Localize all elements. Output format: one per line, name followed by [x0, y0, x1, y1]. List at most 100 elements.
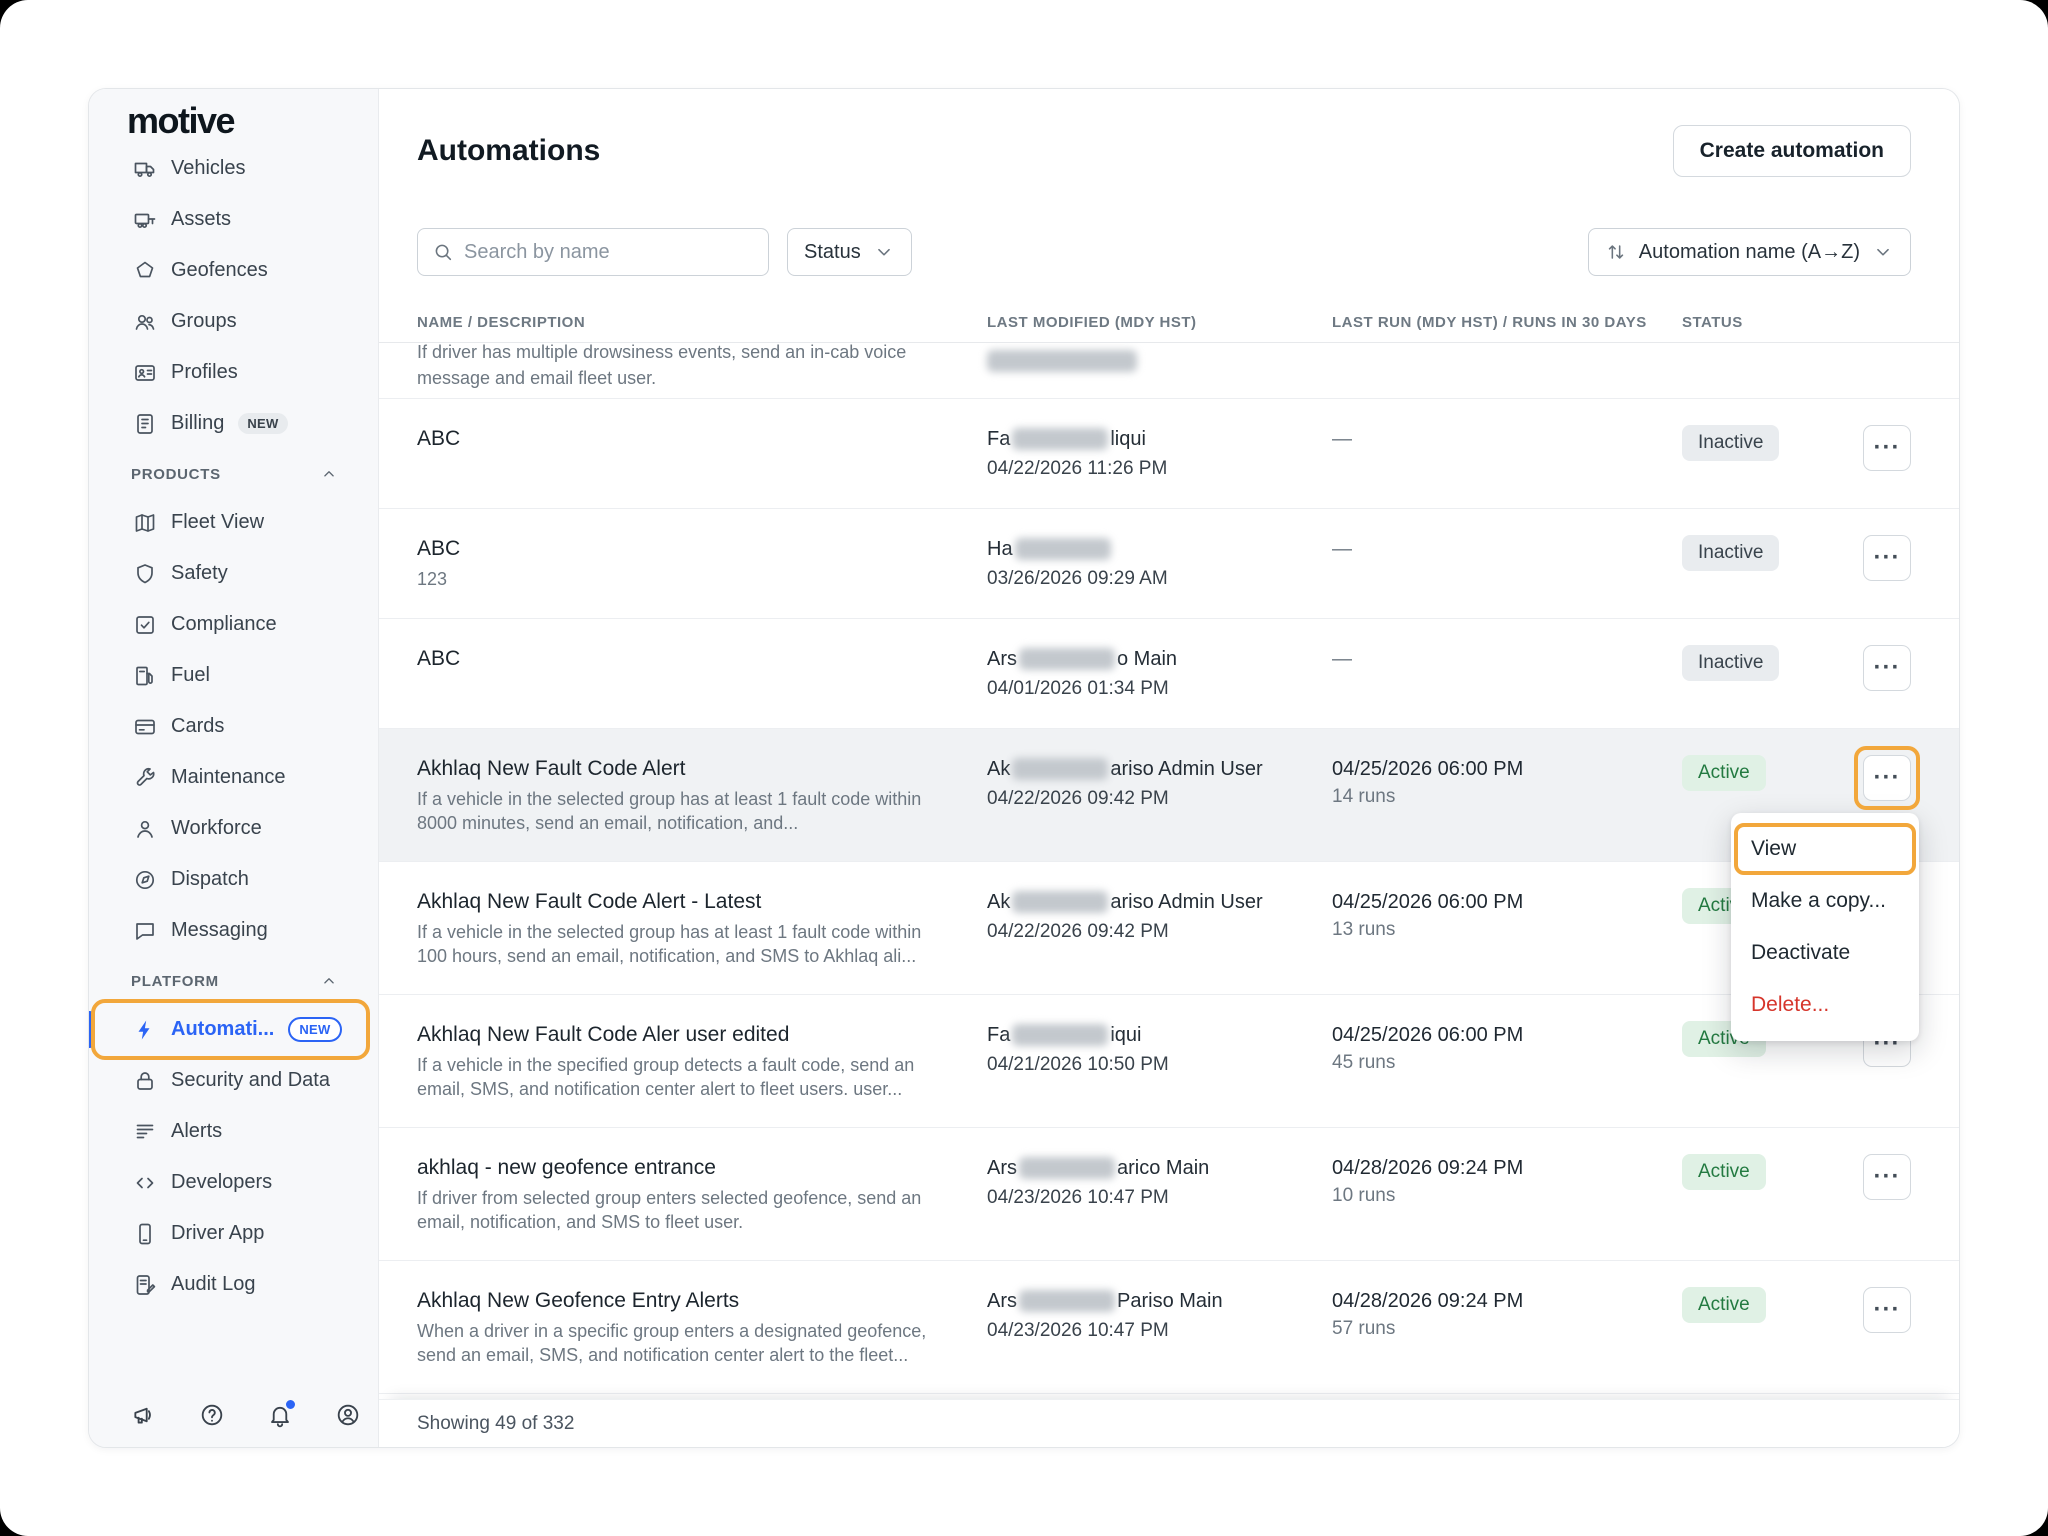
status-badge: Active: [1682, 755, 1766, 791]
redacted-text: [1012, 758, 1108, 780]
shield-icon: [133, 562, 157, 586]
runs-count: 14 runs: [1332, 786, 1682, 808]
row-actions-button[interactable]: ···: [1863, 535, 1911, 581]
last-run-date: 04/28/2026 09:24 PM: [1332, 1287, 1682, 1315]
sidebar-item-maintenance[interactable]: Maintenance: [89, 752, 378, 803]
sidebar: motive Vehicles Assets Geofences Groups …: [89, 89, 379, 1447]
row-context-menu: View Make a copy... Deactivate Delete...: [1731, 813, 1919, 1041]
search-icon: [432, 241, 454, 263]
menu-item-deactivate[interactable]: Deactivate: [1731, 927, 1919, 979]
sidebar-item-groups[interactable]: Groups: [89, 296, 378, 347]
sidebar-item-compliance[interactable]: Compliance: [89, 599, 378, 650]
redacted-text: [1012, 428, 1108, 450]
new-badge: NEW: [238, 413, 287, 434]
sidebar-item-vehicles[interactable]: Vehicles: [89, 153, 378, 194]
last-run-empty: —: [1332, 425, 1682, 453]
chat-icon: [133, 919, 157, 943]
sidebar-item-cards[interactable]: Cards: [89, 701, 378, 752]
table-row[interactable]: Akhlaq New Fault Code Alert - Latest If …: [379, 862, 1959, 995]
table-row[interactable]: ABC 123 Ha 03/26/2026 09:29 AM — Inactiv…: [379, 509, 1959, 619]
chevron-down-icon: [1872, 241, 1894, 263]
table-row[interactable]: Akhlaq New Fault Code Aler user edited I…: [379, 995, 1959, 1128]
status-badge: Active: [1682, 1154, 1766, 1190]
sidebar-section-products[interactable]: PRODUCTS: [89, 451, 378, 497]
table-row[interactable]: ABC Faliqui 04/22/2026 11:26 PM — Inacti…: [379, 399, 1959, 509]
sidebar-item-fuel[interactable]: Fuel: [89, 650, 378, 701]
row-actions-button[interactable]: ···: [1863, 1154, 1911, 1200]
people-icon: [133, 310, 157, 334]
chevron-up-icon: [320, 465, 338, 483]
sidebar-footer: [89, 1383, 378, 1447]
column-status: STATUS: [1682, 314, 1862, 331]
sidebar-item-geofences[interactable]: Geofences: [89, 245, 378, 296]
row-actions-button[interactable]: ···: [1863, 645, 1911, 691]
sidebar-section-platform[interactable]: PLATFORM: [89, 958, 378, 1004]
table-row[interactable]: akhlaq - new geofence entrance If driver…: [379, 1128, 1959, 1261]
sidebar-item-developers[interactable]: Developers: [89, 1157, 378, 1208]
chevron-down-icon: [873, 241, 895, 263]
menu-item-delete[interactable]: Delete...: [1731, 979, 1919, 1031]
modified-date: 04/23/2026 10:47 PM: [987, 1185, 1332, 1211]
runs-count: 13 runs: [1332, 919, 1682, 941]
modified-by: Ha: [987, 535, 1332, 563]
audit-icon: [133, 1273, 157, 1297]
sidebar-item-dispatch[interactable]: Dispatch: [89, 854, 378, 905]
sidebar-item-safety[interactable]: Safety: [89, 548, 378, 599]
redacted-text: [1019, 648, 1115, 670]
fuel-icon: [133, 664, 157, 688]
search-input[interactable]: [464, 241, 754, 264]
row-actions-button[interactable]: ···: [1863, 1287, 1911, 1333]
sidebar-item-alerts[interactable]: Alerts: [89, 1106, 378, 1157]
table-row[interactable]: ABC Arso Main 04/01/2026 01:34 PM — Inac…: [379, 619, 1959, 729]
sidebar-item-security-and-data[interactable]: Security and Data: [89, 1055, 378, 1106]
automation-description: If driver has multiple drowsiness events…: [417, 343, 929, 390]
sidebar-item-driver-app[interactable]: Driver App: [89, 1208, 378, 1259]
menu-item-view[interactable]: View: [1731, 823, 1919, 875]
chevron-up-icon: [320, 972, 338, 990]
geofence-icon: [133, 259, 157, 283]
sidebar-item-audit-log[interactable]: Audit Log: [89, 1259, 378, 1310]
status-badge: Inactive: [1682, 425, 1779, 461]
table-body: If driver has multiple drowsiness events…: [379, 343, 1959, 1447]
notifications-icon[interactable]: [267, 1402, 293, 1428]
modified-date: 04/01/2026 01:34 PM: [987, 676, 1332, 702]
status-filter-dropdown[interactable]: Status: [787, 228, 912, 276]
account-icon[interactable]: [335, 1402, 361, 1428]
row-actions-button[interactable]: ···: [1863, 755, 1911, 801]
section-label: PRODUCTS: [131, 466, 221, 483]
table-header: NAME / DESCRIPTIONLAST MODIFIED (MDY HST…: [379, 303, 1959, 343]
sort-dropdown[interactable]: Automation name (A→Z): [1588, 228, 1911, 276]
runs-count: 10 runs: [1332, 1185, 1682, 1207]
menu-item-make-a-copy[interactable]: Make a copy...: [1731, 875, 1919, 927]
referrals-icon[interactable]: [131, 1402, 157, 1428]
modified-date: 04/23/2026 10:47 PM: [987, 1318, 1332, 1344]
sidebar-item-automati[interactable]: Automati... NEW: [89, 1004, 378, 1055]
sidebar-item-assets[interactable]: Assets: [89, 194, 378, 245]
main-content: Automations Create automation Status Aut…: [379, 89, 1959, 1447]
sidebar-item-messaging[interactable]: Messaging: [89, 905, 378, 956]
billing-icon: [133, 412, 157, 436]
person-icon: [133, 817, 157, 841]
redacted-text: [1012, 1024, 1108, 1046]
sidebar-item-label: Safety: [171, 562, 228, 585]
help-icon[interactable]: [199, 1402, 225, 1428]
table-row[interactable]: Akhlaq New Fault Code Alert If a vehicle…: [379, 729, 1959, 862]
search-box[interactable]: [417, 228, 769, 276]
modified-by: Faiqui: [987, 1021, 1332, 1049]
create-automation-button[interactable]: Create automation: [1673, 125, 1911, 177]
automation-name: ABC: [417, 535, 987, 563]
sidebar-item-profiles[interactable]: Profiles: [89, 347, 378, 398]
sidebar-item-billing[interactable]: Billing NEW: [89, 398, 378, 449]
last-run-date: 04/25/2026 06:00 PM: [1332, 1021, 1682, 1049]
table-row[interactable]: If driver has multiple drowsiness events…: [379, 343, 1959, 399]
modified-by: Akariso Admin User: [987, 755, 1332, 783]
truck-icon: [133, 157, 157, 181]
sidebar-item-fleet-view[interactable]: Fleet View: [89, 497, 378, 548]
sidebar-item-label: Assets: [171, 208, 231, 231]
sidebar-item-label: Audit Log: [171, 1273, 256, 1296]
sidebar-item-workforce[interactable]: Workforce: [89, 803, 378, 854]
table-row[interactable]: Akhlaq New Geofence Entry Alerts When a …: [379, 1261, 1959, 1394]
sidebar-item-label: Maintenance: [171, 766, 286, 789]
status-badge: Active: [1682, 1287, 1766, 1323]
row-actions-button[interactable]: ···: [1863, 425, 1911, 471]
